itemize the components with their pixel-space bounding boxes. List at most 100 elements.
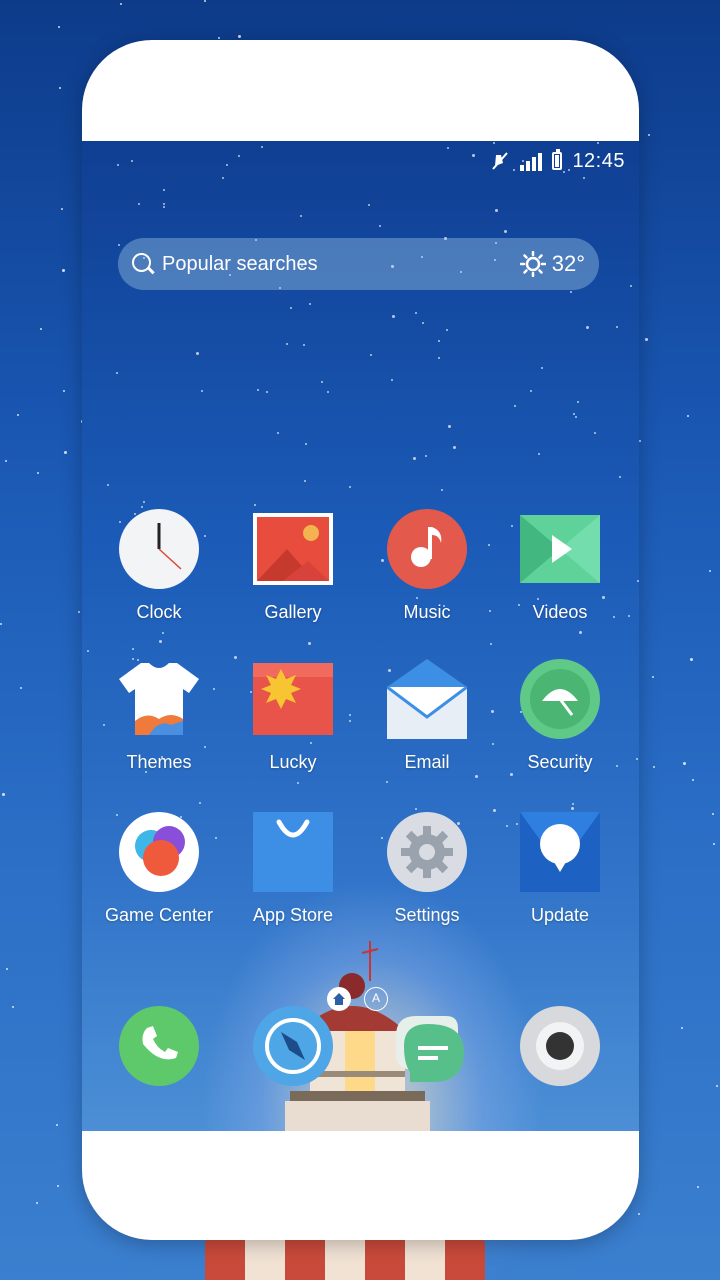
- settings-icon[interactable]: [387, 812, 467, 892]
- page-indicator-a[interactable]: A: [364, 987, 388, 1011]
- star: [308, 642, 311, 645]
- star: [59, 87, 61, 89]
- star: [20, 687, 22, 689]
- messages-icon[interactable]: [386, 1006, 468, 1086]
- battery-icon: [552, 149, 563, 170]
- star: [712, 813, 714, 815]
- star: [238, 35, 241, 38]
- star: [63, 390, 65, 392]
- app-settings[interactable]: Settings: [362, 812, 492, 926]
- lucky-icon[interactable]: [253, 659, 333, 739]
- phone-icon[interactable]: [119, 1006, 199, 1086]
- phone-frame: 12:45 Popular searches 32° Clock Gallery…: [82, 40, 639, 1240]
- gallery-icon[interactable]: [253, 509, 333, 589]
- app-lucky[interactable]: Lucky: [228, 659, 358, 773]
- sun-icon: [519, 251, 546, 277]
- status-bar: 12:45: [490, 149, 625, 173]
- star: [117, 164, 119, 166]
- search-placeholder[interactable]: Popular searches: [162, 253, 520, 276]
- camera-icon[interactable]: [520, 1006, 600, 1086]
- star: [303, 344, 305, 346]
- star: [64, 451, 67, 454]
- star: [571, 807, 574, 810]
- star: [379, 225, 381, 227]
- app-update[interactable]: Update: [495, 812, 625, 926]
- star: [116, 372, 118, 374]
- browser-icon[interactable]: [253, 1006, 333, 1086]
- game-center-icon[interactable]: [119, 812, 199, 892]
- star: [107, 484, 109, 486]
- star: [257, 389, 259, 391]
- videos-icon[interactable]: [520, 509, 600, 589]
- star: [687, 415, 689, 417]
- star: [131, 160, 133, 162]
- star: [143, 501, 145, 503]
- star: [204, 0, 206, 2]
- app-game-center[interactable]: Game Center: [94, 812, 224, 926]
- star: [510, 773, 513, 776]
- star: [490, 643, 492, 645]
- star: [391, 379, 393, 381]
- star: [530, 390, 532, 392]
- star: [349, 486, 351, 488]
- star: [226, 164, 228, 166]
- email-icon[interactable]: [386, 659, 468, 739]
- star: [327, 391, 329, 393]
- star: [57, 1185, 59, 1187]
- app-label: Security: [527, 752, 593, 772]
- temperature: 32°: [551, 251, 585, 276]
- star: [56, 1124, 58, 1126]
- star: [392, 315, 395, 318]
- star: [2, 793, 5, 796]
- star: [619, 476, 621, 478]
- app-label: Music: [403, 602, 451, 622]
- app-store-icon[interactable]: [253, 812, 333, 892]
- app-themes[interactable]: Themes: [94, 659, 224, 773]
- star: [309, 303, 311, 305]
- star: [425, 455, 427, 457]
- app-security[interactable]: Security: [495, 659, 625, 773]
- star: [370, 354, 372, 356]
- search-icon[interactable]: [132, 253, 154, 275]
- search-bar[interactable]: Popular searches 32°: [118, 238, 599, 290]
- star: [300, 215, 302, 217]
- app-label: Update: [530, 905, 590, 925]
- star: [472, 154, 475, 157]
- star: [254, 504, 256, 506]
- star: [0, 623, 2, 625]
- star: [541, 367, 543, 369]
- themes-icon[interactable]: [119, 659, 199, 739]
- weather-widget[interactable]: 32°: [519, 251, 585, 277]
- star: [40, 328, 42, 330]
- star: [441, 489, 443, 491]
- star: [163, 203, 165, 205]
- security-icon[interactable]: [520, 659, 600, 739]
- update-icon[interactable]: [520, 812, 600, 892]
- app-clock[interactable]: Clock: [94, 509, 224, 623]
- star: [448, 425, 451, 428]
- wallpaper-lighthouse: [205, 1238, 485, 1280]
- star: [78, 611, 80, 613]
- star: [277, 432, 279, 434]
- star: [438, 357, 440, 359]
- app-app-store[interactable]: App Store: [228, 812, 358, 926]
- star: [422, 322, 424, 324]
- app-music[interactable]: Music: [362, 509, 492, 623]
- app-label: Clock: [136, 602, 182, 622]
- app-gallery[interactable]: Gallery: [228, 509, 358, 623]
- star: [637, 580, 639, 582]
- star: [583, 177, 585, 179]
- star: [238, 155, 240, 157]
- app-label: Lucky: [269, 752, 317, 772]
- star: [304, 480, 306, 482]
- star: [628, 615, 630, 617]
- clock-icon[interactable]: [119, 509, 199, 589]
- music-icon[interactable]: [387, 509, 467, 589]
- app-videos[interactable]: Videos: [495, 509, 625, 623]
- star: [579, 631, 582, 634]
- star: [438, 340, 440, 342]
- app-email[interactable]: Email: [362, 659, 492, 773]
- star: [683, 762, 686, 765]
- star: [6, 968, 8, 970]
- star: [713, 843, 715, 845]
